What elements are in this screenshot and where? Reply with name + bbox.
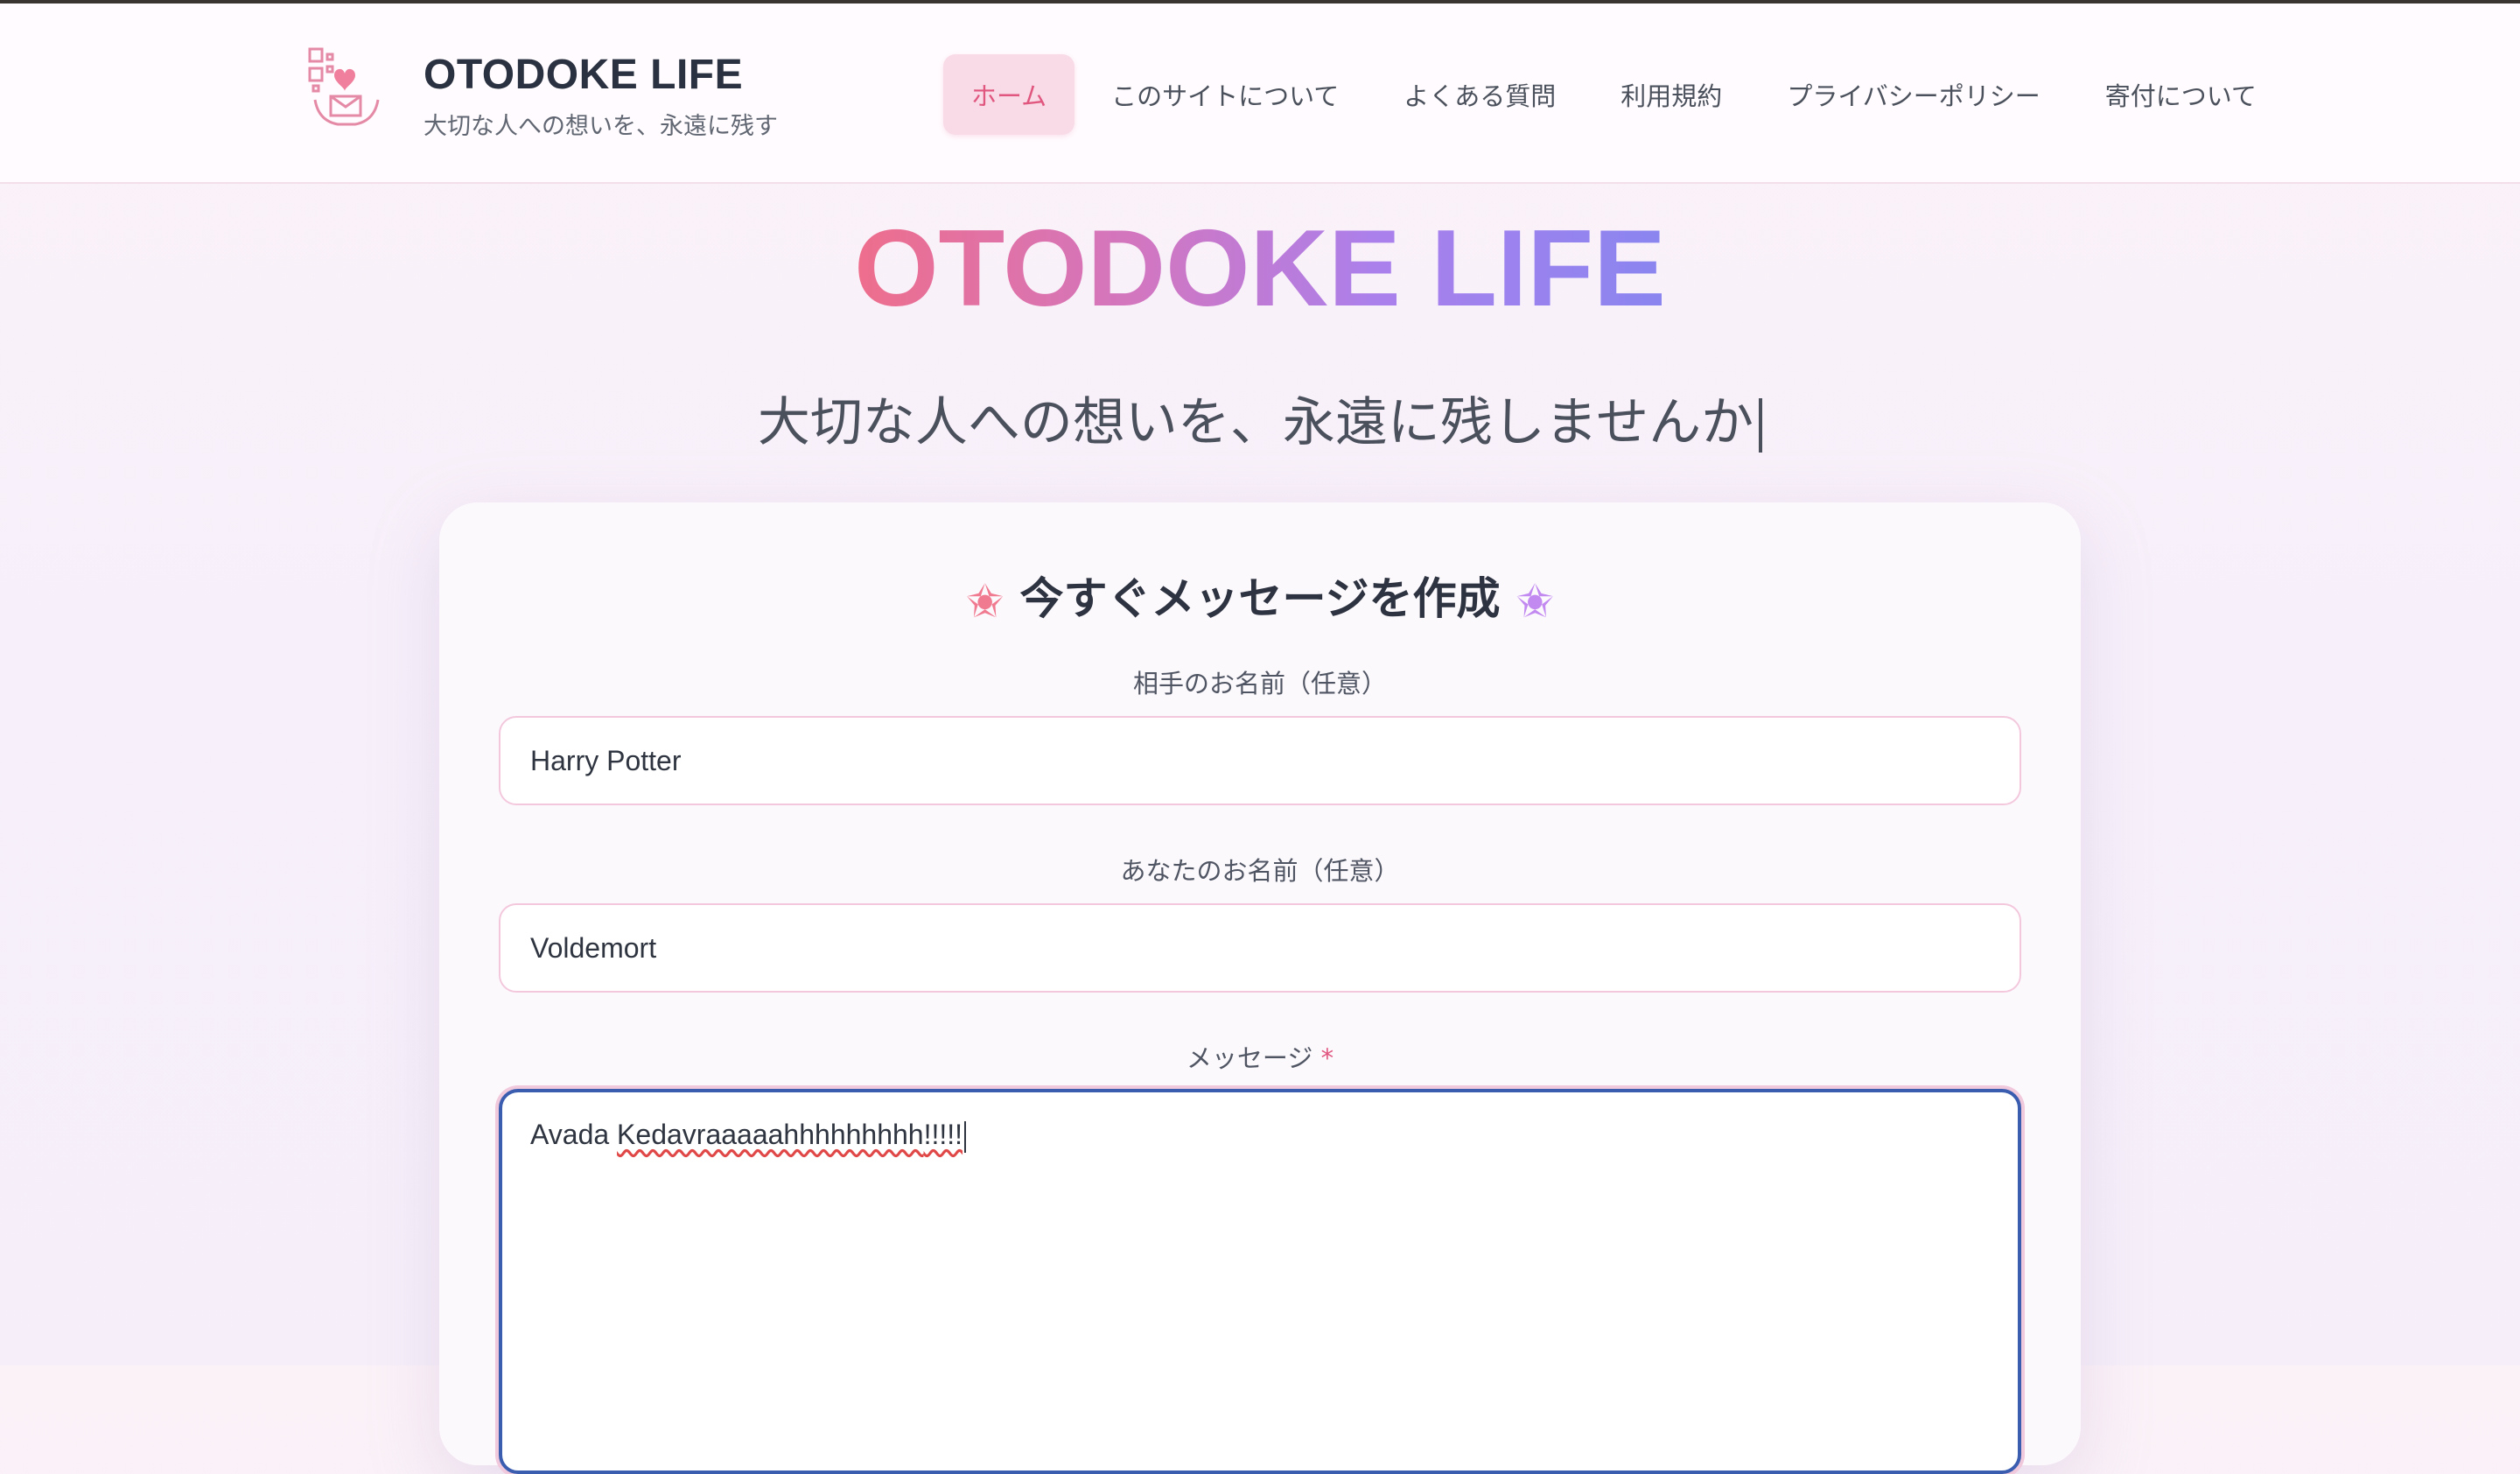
recipient-name-value: Harry Potter [530, 744, 682, 776]
form-title-text: 今すぐメッセージを作成 [1019, 573, 1501, 624]
sender-name-value: Voldemort [530, 931, 657, 964]
sparkle-star-icon: ✬ [965, 575, 1004, 628]
hero-subtitle: 大切な人への想いを、永遠に残しませんか [0, 380, 2520, 456]
nav-faq[interactable]: よくある質問 [1376, 54, 1584, 135]
nav-home[interactable]: ホーム [943, 54, 1075, 135]
qr-heart-envelope-hands-icon[interactable] [306, 46, 385, 130]
hero-title-text: OTODOKE LIFE [854, 208, 1666, 329]
brand-title[interactable]: OTODOKE LIFE [424, 51, 743, 99]
nav-privacy[interactable]: プライバシーポリシー [1759, 54, 2068, 135]
message-exclamations: !!!!! [923, 1119, 963, 1150]
nav-about[interactable]: このサイトについて [1083, 54, 1367, 135]
message-word-1: Avada [530, 1119, 610, 1150]
main-nav: ホーム このサイトについて よくある質問 利用規約 プライバシーポリシー 寄付に… [943, 54, 2293, 135]
message-textarea[interactable]: Avada Kedavraaaaahhhhhhhhh!!!!! [499, 1089, 2021, 1474]
site-header: OTODOKE LIFE 大切な人への想いを、永遠に残す ホーム このサイトにつ… [0, 4, 2520, 184]
message-label: メッセージ * [439, 1038, 2081, 1075]
nav-donation[interactable]: 寄付について [2077, 54, 2285, 135]
nav-terms[interactable]: 利用規約 [1592, 54, 1750, 135]
text-caret [964, 1120, 967, 1153]
sender-name-input[interactable]: Voldemort [499, 903, 2021, 993]
required-mark: * [1320, 1043, 1334, 1073]
hero-subtitle-text: 大切な人への想いを、永遠に残しませんか [757, 392, 1754, 453]
hero-title: OTODOKE LIFE [0, 207, 2520, 331]
sparkle-star-icon: ✬ [1516, 575, 1555, 628]
message-word-2-misspelled: Kedavraaaaahhhhhhhhh [617, 1119, 924, 1150]
message-label-text: メッセージ [1186, 1043, 1313, 1073]
typing-cursor [1759, 398, 1763, 453]
message-form-card: ✬ 今すぐメッセージを作成 ✬ 相手のお名前（任意） Harry Potter あな… [439, 502, 2081, 1474]
form-title: ✬ 今すぐメッセージを作成 ✬ [439, 564, 2081, 628]
brand-subtitle: 大切な人への想いを、永遠に残す [424, 113, 778, 140]
recipient-name-label: 相手のお名前（任意） [1132, 669, 1387, 698]
recipient-name-input[interactable]: Harry Potter [499, 716, 2021, 805]
sender-name-label: あなたのお名前（任意） [1120, 856, 1400, 886]
